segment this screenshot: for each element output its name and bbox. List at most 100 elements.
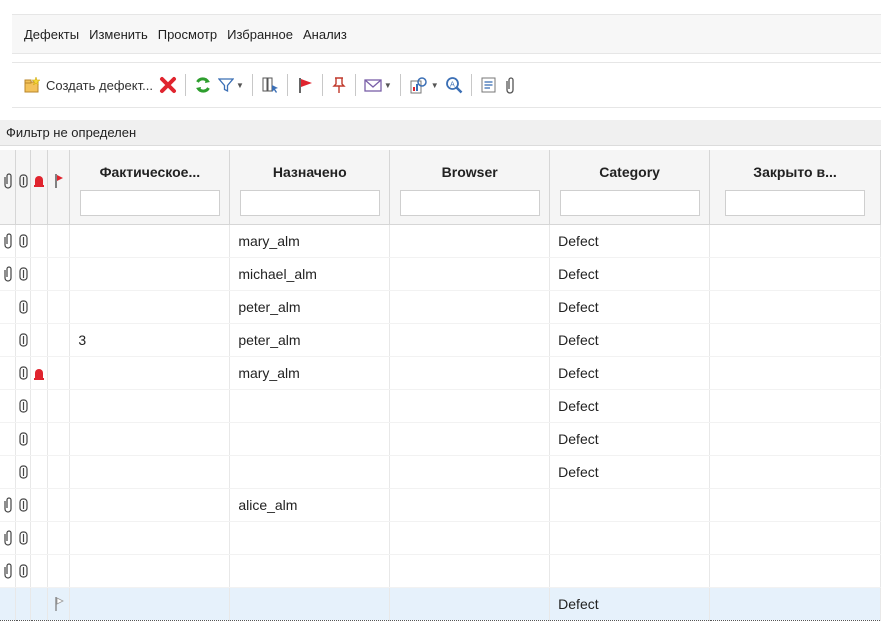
toolbar-separator <box>184 74 186 96</box>
column-filter-input[interactable] <box>559 190 700 216</box>
filter-button[interactable]: ▼ <box>215 71 247 99</box>
table-row[interactable]: mary_alm Defect <box>0 356 881 390</box>
menu-defects[interactable]: Дефекты <box>24 27 79 42</box>
flag-cell[interactable] <box>47 422 71 456</box>
menu-view[interactable]: Просмотр <box>158 27 217 42</box>
column-filter-input[interactable] <box>725 190 866 216</box>
flag-cell[interactable] <box>47 257 71 291</box>
header-flag[interactable] <box>47 150 71 225</box>
flag-cell[interactable] <box>47 290 71 324</box>
attachment-cell <box>0 554 17 588</box>
flag-icon <box>299 78 312 93</box>
column-title: Фактическое... <box>99 164 201 180</box>
flag-button[interactable] <box>293 71 317 99</box>
table-row[interactable]: alice_alm <box>0 488 881 522</box>
cell-closed <box>709 356 881 390</box>
columns-icon <box>262 77 278 93</box>
menu-edit[interactable]: Изменить <box>89 27 148 42</box>
cell-actual <box>69 586 231 621</box>
flag-cell[interactable] <box>47 521 71 555</box>
linked-cell <box>15 356 32 390</box>
bell-icon <box>34 176 45 188</box>
select-columns-button[interactable] <box>258 71 282 99</box>
menu-favorites[interactable]: Избранное <box>227 27 293 42</box>
table-row[interactable]: Defect <box>0 389 881 423</box>
link-clip-icon <box>19 333 28 347</box>
table-row[interactable]: 3 peter_alm Defect <box>0 323 881 357</box>
cell-closed <box>709 488 881 522</box>
chevron-down-icon[interactable]: ▼ <box>431 81 439 90</box>
attachment-cell <box>0 488 17 522</box>
flag-cell[interactable] <box>47 455 71 489</box>
table-row[interactable]: michael_alm Defect <box>0 257 881 291</box>
header-alerts[interactable] <box>30 150 49 225</box>
alert-cell <box>30 554 49 588</box>
flag-cell[interactable] <box>47 356 71 390</box>
create-defect-button[interactable]: Создать дефект... <box>20 71 156 99</box>
find-button[interactable]: A <box>442 71 466 99</box>
toolbar-separator <box>470 74 472 96</box>
toolbar-separator <box>354 74 356 96</box>
svg-text:A: A <box>450 81 455 89</box>
paperclip-icon <box>506 77 514 94</box>
table-row[interactable]: mary_alm Defect <box>0 224 881 258</box>
column-header-browser[interactable]: Browser <box>389 150 551 225</box>
delete-button[interactable] <box>156 71 180 99</box>
chevron-down-icon[interactable]: ▼ <box>384 81 392 90</box>
attachment-cell <box>0 521 17 555</box>
flag-cell[interactable] <box>47 224 71 258</box>
toolbar-separator <box>251 74 253 96</box>
column-header-actual[interactable]: Фактическое... <box>69 150 231 225</box>
menu-analysis[interactable]: Анализ <box>303 27 347 42</box>
linked-cell <box>15 257 32 291</box>
column-filter-input[interactable] <box>239 190 380 216</box>
table-row[interactable]: peter_alm Defect <box>0 290 881 324</box>
flag-cell[interactable] <box>47 554 71 588</box>
toolbar: Создать дефект... ▼ ▼ ▼ A <box>12 62 881 108</box>
flag-cell[interactable] <box>47 488 71 522</box>
details-button[interactable] <box>477 71 501 99</box>
refresh-button[interactable] <box>191 71 215 99</box>
cell-assigned: peter_alm <box>229 290 391 324</box>
cell-assigned <box>229 586 391 621</box>
column-filter-input[interactable] <box>79 190 220 216</box>
attachments-button[interactable] <box>501 71 519 99</box>
attachment-cell <box>0 356 17 390</box>
cell-category: Defect <box>549 356 711 390</box>
table-row[interactable]: Defect <box>0 455 881 489</box>
header-linked[interactable] <box>15 150 32 225</box>
link-clip-icon <box>19 465 28 479</box>
filter-status-bar: Фильтр не определен <box>0 120 881 146</box>
cell-category: Defect <box>549 224 711 258</box>
bell-icon <box>34 368 45 380</box>
column-header-assigned[interactable]: Назначено <box>229 150 391 225</box>
header-attachments[interactable] <box>0 150 17 225</box>
flag-outline-icon <box>55 597 64 612</box>
table-row[interactable] <box>0 554 881 588</box>
table-row[interactable] <box>0 521 881 555</box>
cell-browser <box>389 389 551 423</box>
refresh-icon <box>195 77 210 93</box>
table-row[interactable]: Defect <box>0 422 881 456</box>
cell-closed <box>709 554 881 588</box>
column-header-category[interactable]: Category <box>549 150 711 225</box>
cell-actual: 3 <box>69 323 231 357</box>
cell-category <box>549 488 711 522</box>
email-button[interactable]: ▼ <box>361 71 395 99</box>
attachment-cell <box>0 257 17 291</box>
toolbar-separator <box>321 74 323 96</box>
flag-cell[interactable] <box>47 323 71 357</box>
cell-assigned <box>229 455 391 489</box>
column-header-closed[interactable]: Закрыто в... <box>709 150 881 225</box>
cell-actual <box>69 422 231 456</box>
pin-button[interactable] <box>328 71 350 99</box>
flag-cell[interactable] <box>47 586 71 621</box>
analysis-button[interactable]: ▼ <box>406 71 442 99</box>
table-row-selected[interactable]: Defect <box>0 586 881 621</box>
flag-cell[interactable] <box>47 389 71 423</box>
cell-category: Defect <box>549 586 711 621</box>
column-title: Закрыто в... <box>753 164 837 180</box>
alert-cell <box>30 323 49 357</box>
column-filter-input[interactable] <box>399 190 540 216</box>
chevron-down-icon[interactable]: ▼ <box>236 81 244 90</box>
